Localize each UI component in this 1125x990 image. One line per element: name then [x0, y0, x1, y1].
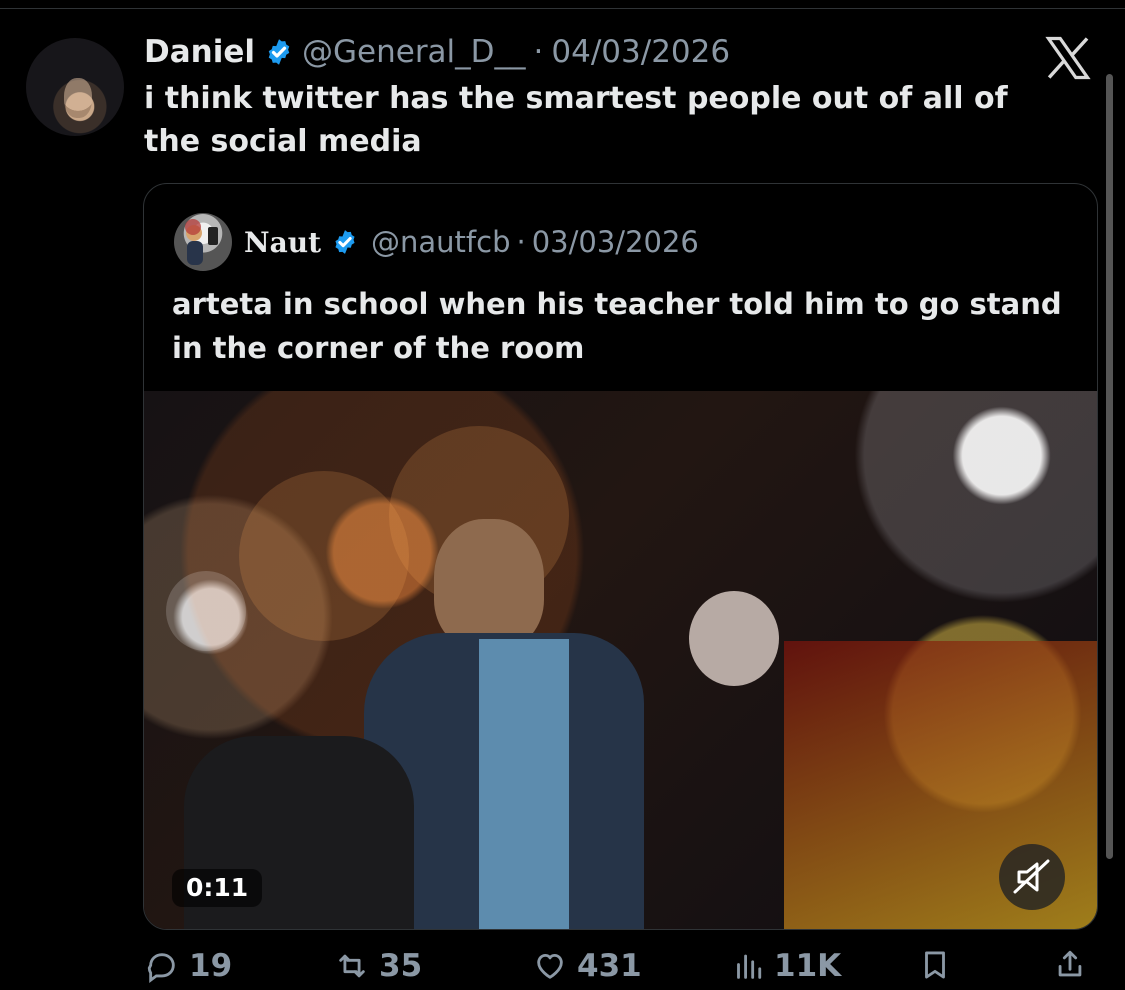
quoted-tweet-date[interactable]: 03/03/2026	[532, 225, 699, 259]
celebrating-coach-head	[434, 519, 544, 649]
verified-badge-icon	[335, 230, 355, 254]
bookmark-icon	[925, 951, 945, 979]
background-person-head	[689, 591, 779, 686]
tweet-text: i think twitter has the smartest people …	[144, 81, 1008, 159]
reply-count: 19	[189, 948, 233, 984]
quoted-author-handle[interactable]: @nautfcb	[371, 225, 510, 259]
x-logo-icon	[1045, 36, 1091, 80]
verified-badge-icon	[268, 39, 290, 65]
reply-icon	[147, 953, 175, 983]
share-button[interactable]	[1053, 948, 1087, 982]
mute-toggle-button[interactable]	[999, 844, 1065, 910]
muted-speaker-icon	[1013, 859, 1050, 894]
scrollbar[interactable]	[1106, 74, 1113, 859]
heart-icon	[537, 953, 563, 979]
quoted-header-separator: ·	[516, 225, 526, 259]
views-button[interactable]: 11K	[730, 948, 841, 984]
quoted-author-name[interactable]: Naut	[244, 226, 321, 259]
tweet-date[interactable]: 04/03/2026	[551, 34, 730, 70]
quoted-avatar-figure-icon	[185, 219, 218, 265]
author-avatar[interactable]	[26, 38, 124, 136]
views-bar-chart-icon	[737, 954, 762, 979]
quote-tweet-card[interactable]: Naut @nautfcb · 03/03/2026 arteta in sch…	[143, 183, 1098, 930]
bookmark-button[interactable]	[918, 948, 952, 982]
author-name[interactable]: Daniel	[144, 34, 255, 70]
stadium-light-glow	[166, 571, 246, 651]
video-duration-badge: 0:11	[172, 869, 263, 907]
quoted-tweet-text: arteta in school when his teacher told h…	[172, 287, 1062, 365]
celebrating-coach-shirt	[479, 639, 569, 929]
share-icon	[1058, 950, 1082, 977]
reply-button[interactable]: 19	[145, 948, 232, 984]
video-player[interactable]: 0:11	[144, 391, 1097, 929]
repost-icon	[339, 954, 365, 978]
author-handle[interactable]: @General_D__	[302, 34, 526, 70]
firework-glow	[239, 471, 409, 641]
tweet-header: Daniel @General_D__ · 04/03/2026	[144, 30, 730, 74]
header-separator: ·	[533, 34, 544, 70]
top-divider	[0, 8, 1125, 9]
quoted-tweet-header: Naut @nautfcb · 03/03/2026	[244, 222, 699, 262]
tweet-actions: 19 35 431 11K	[145, 944, 1085, 990]
repost-count: 35	[379, 948, 423, 984]
quoted-author-avatar[interactable]	[174, 213, 232, 271]
like-count: 431	[577, 948, 642, 984]
view-count: 11K	[774, 948, 842, 984]
like-button[interactable]: 431	[533, 948, 642, 984]
repost-button[interactable]: 35	[335, 948, 422, 984]
